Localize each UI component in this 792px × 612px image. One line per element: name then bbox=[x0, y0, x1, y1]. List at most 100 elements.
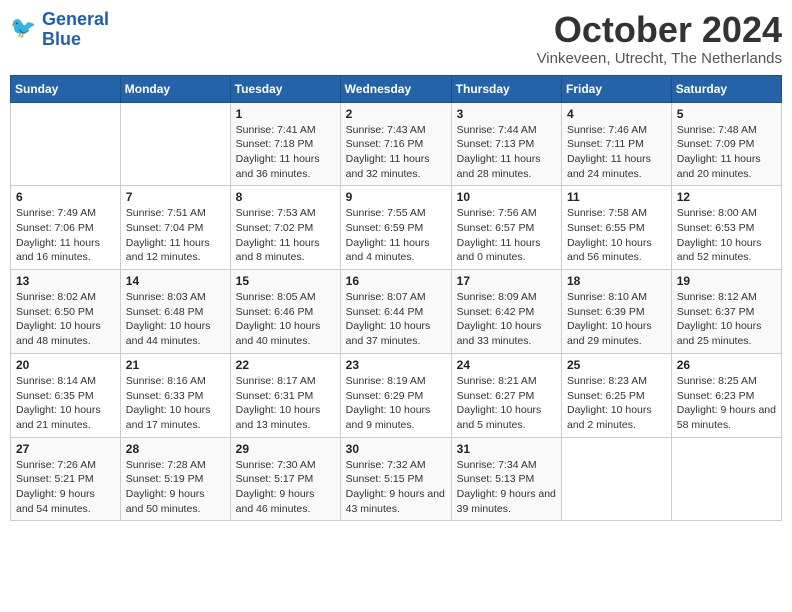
day-detail: Sunrise: 8:10 AM Sunset: 6:39 PM Dayligh… bbox=[567, 290, 666, 349]
day-number: 19 bbox=[677, 274, 776, 288]
day-detail: Sunrise: 8:19 AM Sunset: 6:29 PM Dayligh… bbox=[346, 374, 446, 433]
day-detail: Sunrise: 8:14 AM Sunset: 6:35 PM Dayligh… bbox=[16, 374, 115, 433]
calendar-cell: 22Sunrise: 8:17 AM Sunset: 6:31 PM Dayli… bbox=[230, 353, 340, 437]
calendar-cell bbox=[120, 102, 230, 186]
calendar-cell: 1 Sunrise: 7:41 AM Sunset: 7:18 PM Daylig… bbox=[230, 102, 340, 186]
calendar-cell: 7Sunrise: 7:51 AM Sunset: 7:04 PM Daylig… bbox=[120, 186, 230, 270]
calendar-cell: 4 Sunrise: 7:46 AM Sunset: 7:11 PM Daylig… bbox=[562, 102, 672, 186]
day-number: 4 bbox=[567, 107, 666, 121]
day-detail: Sunrise: 7:30 AM Sunset: 5:17 PM Dayligh… bbox=[236, 458, 335, 517]
svg-text:🐦: 🐦 bbox=[10, 17, 36, 40]
calendar-cell: 21 Sunrise: 8:16 AM Sunset: 6:33 PM Dayli… bbox=[120, 353, 230, 437]
calendar-cell: 31 Sunrise: 7:34 AM Sunset: 5:13 PM Dayli… bbox=[451, 437, 561, 521]
day-number: 11 bbox=[567, 190, 666, 204]
day-number: 29 bbox=[236, 442, 335, 456]
calendar-week-2: 13 Sunrise: 8:02 AM Sunset: 6:50 PM Dayli… bbox=[11, 270, 782, 354]
day-number: 5 bbox=[677, 107, 776, 121]
calendar-cell: 17 Sunrise: 8:09 AM Sunset: 6:42 PM Dayli… bbox=[451, 270, 561, 354]
calendar-cell: 12Sunrise: 8:00 AM Sunset: 6:53 PM Dayli… bbox=[671, 186, 781, 270]
calendar-week-1: 6 Sunrise: 7:49 AM Sunset: 7:06 PM Daylig… bbox=[11, 186, 782, 270]
title-area: October 2024 Vinkeveen, Utrecht, The Net… bbox=[537, 10, 782, 67]
day-detail: Sunrise: 8:21 AM Sunset: 6:27 PM Dayligh… bbox=[457, 374, 556, 433]
day-detail: Sunrise: 7:58 AM Sunset: 6:55 PM Dayligh… bbox=[567, 206, 666, 265]
calendar-cell: 15 Sunrise: 8:05 AM Sunset: 6:46 PM Dayli… bbox=[230, 270, 340, 354]
day-number: 14 bbox=[126, 274, 225, 288]
day-number: 18 bbox=[567, 274, 666, 288]
day-number: 15 bbox=[236, 274, 335, 288]
day-detail: Sunrise: 7:43 AM Sunset: 7:16 PM Dayligh… bbox=[346, 123, 446, 182]
calendar-cell: 20 Sunrise: 8:14 AM Sunset: 6:35 PM Dayli… bbox=[11, 353, 121, 437]
calendar-cell: 25 Sunrise: 8:23 AM Sunset: 6:25 PM Dayli… bbox=[562, 353, 672, 437]
page-header: 🐦 General Blue October 2024 Vinkeveen, U… bbox=[10, 10, 782, 67]
calendar-cell: 19 Sunrise: 8:12 AM Sunset: 6:37 PM Dayli… bbox=[671, 270, 781, 354]
day-number: 9 bbox=[346, 190, 446, 204]
header-monday: Monday bbox=[120, 75, 230, 102]
day-detail: Sunrise: 7:44 AM Sunset: 7:13 PM Dayligh… bbox=[457, 123, 556, 182]
calendar-week-4: 27 Sunrise: 7:26 AM Sunset: 5:21 PM Dayli… bbox=[11, 437, 782, 521]
calendar-cell: 23Sunrise: 8:19 AM Sunset: 6:29 PM Dayli… bbox=[340, 353, 451, 437]
day-number: 31 bbox=[457, 442, 556, 456]
day-detail: Sunrise: 8:23 AM Sunset: 6:25 PM Dayligh… bbox=[567, 374, 666, 433]
day-detail: Sunrise: 8:05 AM Sunset: 6:46 PM Dayligh… bbox=[236, 290, 335, 349]
day-detail: Sunrise: 7:28 AM Sunset: 5:19 PM Dayligh… bbox=[126, 458, 225, 517]
calendar-cell: 29 Sunrise: 7:30 AM Sunset: 5:17 PM Dayli… bbox=[230, 437, 340, 521]
header-sunday: Sunday bbox=[11, 75, 121, 102]
day-number: 20 bbox=[16, 358, 115, 372]
day-detail: Sunrise: 7:51 AM Sunset: 7:04 PM Dayligh… bbox=[126, 206, 225, 265]
day-detail: Sunrise: 7:49 AM Sunset: 7:06 PM Dayligh… bbox=[16, 206, 115, 265]
header-friday: Friday bbox=[562, 75, 672, 102]
day-detail: Sunrise: 7:34 AM Sunset: 5:13 PM Dayligh… bbox=[457, 458, 556, 517]
day-detail: Sunrise: 7:26 AM Sunset: 5:21 PM Dayligh… bbox=[16, 458, 115, 517]
day-detail: Sunrise: 7:56 AM Sunset: 6:57 PM Dayligh… bbox=[457, 206, 556, 265]
calendar-cell bbox=[671, 437, 781, 521]
day-number: 21 bbox=[126, 358, 225, 372]
header-wednesday: Wednesday bbox=[340, 75, 451, 102]
header-tuesday: Tuesday bbox=[230, 75, 340, 102]
day-detail: Sunrise: 8:02 AM Sunset: 6:50 PM Dayligh… bbox=[16, 290, 115, 349]
calendar-cell: 10 Sunrise: 7:56 AM Sunset: 6:57 PM Dayli… bbox=[451, 186, 561, 270]
header-thursday: Thursday bbox=[451, 75, 561, 102]
calendar-cell: 28 Sunrise: 7:28 AM Sunset: 5:19 PM Dayli… bbox=[120, 437, 230, 521]
calendar-cell: 14Sunrise: 8:03 AM Sunset: 6:48 PM Dayli… bbox=[120, 270, 230, 354]
day-number: 13 bbox=[16, 274, 115, 288]
day-detail: Sunrise: 7:46 AM Sunset: 7:11 PM Dayligh… bbox=[567, 123, 666, 182]
calendar-cell: 16 Sunrise: 8:07 AM Sunset: 6:44 PM Dayli… bbox=[340, 270, 451, 354]
day-number: 16 bbox=[346, 274, 446, 288]
day-detail: Sunrise: 8:16 AM Sunset: 6:33 PM Dayligh… bbox=[126, 374, 225, 433]
calendar-cell: 2Sunrise: 7:43 AM Sunset: 7:16 PM Daylig… bbox=[340, 102, 451, 186]
day-number: 6 bbox=[16, 190, 115, 204]
month-title: October 2024 bbox=[537, 10, 782, 50]
day-number: 30 bbox=[346, 442, 446, 456]
day-number: 22 bbox=[236, 358, 335, 372]
logo-bird-icon: 🐦 bbox=[10, 12, 40, 42]
calendar-cell: 6 Sunrise: 7:49 AM Sunset: 7:06 PM Daylig… bbox=[11, 186, 121, 270]
day-detail: Sunrise: 8:00 AM Sunset: 6:53 PM Dayligh… bbox=[677, 206, 776, 265]
day-detail: Sunrise: 8:09 AM Sunset: 6:42 PM Dayligh… bbox=[457, 290, 556, 349]
day-number: 26 bbox=[677, 358, 776, 372]
day-detail: Sunrise: 7:41 AM Sunset: 7:18 PM Dayligh… bbox=[236, 123, 335, 182]
day-number: 25 bbox=[567, 358, 666, 372]
calendar-cell: 13 Sunrise: 8:02 AM Sunset: 6:50 PM Dayli… bbox=[11, 270, 121, 354]
day-number: 1 bbox=[236, 107, 335, 121]
day-detail: Sunrise: 8:07 AM Sunset: 6:44 PM Dayligh… bbox=[346, 290, 446, 349]
calendar-cell: 11 Sunrise: 7:58 AM Sunset: 6:55 PM Dayli… bbox=[562, 186, 672, 270]
day-number: 10 bbox=[457, 190, 556, 204]
logo: 🐦 General Blue bbox=[10, 10, 109, 50]
calendar-cell: 26 Sunrise: 8:25 AM Sunset: 6:23 PM Dayli… bbox=[671, 353, 781, 437]
day-number: 24 bbox=[457, 358, 556, 372]
calendar-week-3: 20 Sunrise: 8:14 AM Sunset: 6:35 PM Dayli… bbox=[11, 353, 782, 437]
day-number: 17 bbox=[457, 274, 556, 288]
day-number: 28 bbox=[126, 442, 225, 456]
day-detail: Sunrise: 8:12 AM Sunset: 6:37 PM Dayligh… bbox=[677, 290, 776, 349]
day-number: 27 bbox=[16, 442, 115, 456]
day-detail: Sunrise: 7:32 AM Sunset: 5:15 PM Dayligh… bbox=[346, 458, 446, 517]
calendar-cell: 24 Sunrise: 8:21 AM Sunset: 6:27 PM Dayli… bbox=[451, 353, 561, 437]
day-number: 8 bbox=[236, 190, 335, 204]
calendar-week-0: 1 Sunrise: 7:41 AM Sunset: 7:18 PM Daylig… bbox=[11, 102, 782, 186]
day-detail: Sunrise: 8:25 AM Sunset: 6:23 PM Dayligh… bbox=[677, 374, 776, 433]
header-saturday: Saturday bbox=[671, 75, 781, 102]
calendar-cell: 30 Sunrise: 7:32 AM Sunset: 5:15 PM Dayli… bbox=[340, 437, 451, 521]
calendar-cell bbox=[562, 437, 672, 521]
calendar-table: Sunday Monday Tuesday Wednesday Thursday… bbox=[10, 75, 782, 522]
calendar-cell: 5Sunrise: 7:48 AM Sunset: 7:09 PM Daylig… bbox=[671, 102, 781, 186]
